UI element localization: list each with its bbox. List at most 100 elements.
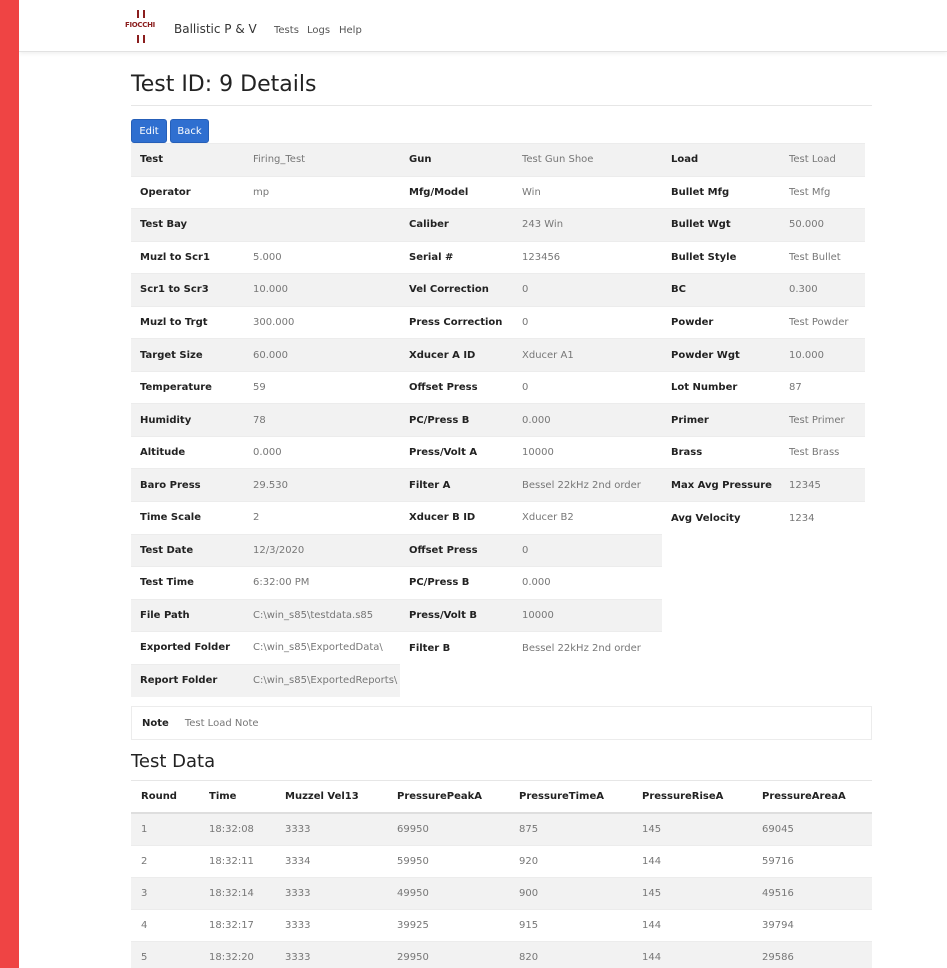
- detail-value: 78: [244, 403, 400, 437]
- table-cell: 39794: [752, 908, 872, 941]
- detail-label: Press/Volt A: [400, 435, 513, 469]
- detail-value: Test Powder: [780, 305, 865, 339]
- detail-label: Caliber: [400, 208, 513, 242]
- nav-help[interactable]: Help: [339, 25, 362, 36]
- empty-cell: [662, 534, 780, 567]
- detail-value: 59: [244, 370, 400, 404]
- column-header[interactable]: PressureRiseA: [632, 781, 752, 814]
- detail-label: Test Time: [131, 566, 244, 600]
- detail-value: [244, 208, 400, 242]
- details-row: File Path C:\win_s85\testdata.s85 Press/Vo…: [131, 598, 865, 632]
- brand-name[interactable]: Ballistic P & V: [174, 22, 257, 36]
- detail-value: 243 Win: [513, 208, 662, 242]
- nav-tests[interactable]: Tests: [274, 25, 299, 36]
- detail-value: 10000: [513, 435, 662, 469]
- detail-label: File Path: [131, 598, 244, 632]
- fiocchi-logo[interactable]: FIOCCHI: [125, 10, 155, 46]
- detail-label: Lot Number: [662, 370, 780, 404]
- details-row: Temperature 59 Offset Press 0 Lot Number 87: [131, 370, 865, 404]
- details-row: Target Size 60.000 Xducer A ID Xducer A1 Pow…: [131, 338, 865, 372]
- detail-value: 0: [513, 533, 662, 567]
- detail-label: Avg Velocity: [662, 501, 780, 535]
- detail-value: C:\win_s85\ExportedReports\: [244, 663, 400, 697]
- detail-label: Report Folder: [131, 663, 244, 697]
- empty-cell: [780, 534, 865, 567]
- detail-label: Exported Folder: [131, 631, 244, 665]
- table-cell: 3333: [275, 812, 387, 845]
- column-header[interactable]: Time: [199, 781, 275, 814]
- table-cell: 144: [632, 940, 752, 968]
- table-cell: 18:32:20: [199, 940, 275, 968]
- navbar: FIOCCHI Ballistic P & V Tests Logs Help: [19, 0, 947, 52]
- detail-value: 10.000: [780, 338, 865, 372]
- detail-label: Scr1 to Scr3: [131, 273, 244, 307]
- table-cell: 29586: [752, 940, 872, 968]
- detail-value: Test Gun Shoe: [513, 143, 662, 177]
- detail-label: Xducer A ID: [400, 338, 513, 372]
- detail-value: 0.300: [780, 273, 865, 307]
- back-button[interactable]: Back: [170, 119, 209, 143]
- detail-label: Press Correction: [400, 305, 513, 339]
- table-cell: 18:32:08: [199, 812, 275, 845]
- table-row[interactable]: 4 18:32:17 3333 39925 915 144 39794: [131, 908, 872, 941]
- empty-cell: [780, 566, 865, 600]
- detail-label: Temperature: [131, 370, 244, 404]
- detail-value: 10000: [513, 598, 662, 632]
- detail-label: Filter B: [400, 631, 513, 665]
- detail-label: Serial #: [400, 240, 513, 274]
- table-row[interactable]: 5 18:32:20 3333 29950 820 144 29586: [131, 940, 872, 968]
- table-cell: 3334: [275, 844, 387, 877]
- table-cell: 145: [632, 876, 752, 909]
- table-row[interactable]: 1 18:32:08 3333 69950 875 145 69045: [131, 812, 872, 845]
- column-header[interactable]: PressurePeakA: [387, 781, 509, 814]
- table-cell: 69045: [752, 812, 872, 845]
- detail-value: Test Brass: [780, 435, 865, 469]
- table-cell: 3333: [275, 940, 387, 968]
- detail-value: 123456: [513, 240, 662, 274]
- detail-value: 2: [244, 501, 400, 535]
- table-cell: 900: [509, 876, 632, 909]
- detail-label: Test Bay: [131, 208, 244, 242]
- detail-label: PC/Press B: [400, 566, 513, 600]
- details-row: Operator mp Mfg/Model Win Bullet Mfg Test Mfg: [131, 175, 865, 209]
- details-row: Test Date 12/3/2020 Offset Press 0: [131, 533, 865, 567]
- column-header[interactable]: Muzzel Vel13: [275, 781, 387, 814]
- detail-value: 60.000: [244, 338, 400, 372]
- detail-label: Muzl to Scr1: [131, 240, 244, 274]
- empty-cell: [662, 664, 780, 697]
- test-data-title: Test Data: [131, 751, 216, 772]
- detail-label: Vel Correction: [400, 273, 513, 307]
- column-header[interactable]: PressureAreaA: [752, 781, 872, 814]
- detail-value: 0.000: [244, 435, 400, 469]
- detail-value: Bessel 22kHz 2nd order: [513, 468, 662, 502]
- table-row[interactable]: 2 18:32:11 3334 59950 920 144 59716: [131, 844, 872, 877]
- table-cell: 18:32:14: [199, 876, 275, 909]
- detail-label: Filter A: [400, 468, 513, 502]
- details-row: Test Time 6:32:00 PM PC/Press B 0.000: [131, 566, 865, 600]
- note-box: Note Test Load Note: [131, 706, 872, 740]
- note-label: Note: [142, 717, 169, 729]
- edit-button[interactable]: Edit: [131, 119, 167, 143]
- details-table: Test Firing_Test Gun Test Gun Shoe Load Test …: [131, 143, 865, 697]
- detail-label: Test Date: [131, 533, 244, 567]
- detail-value: Bessel 22kHz 2nd order: [513, 631, 662, 665]
- table-cell: 144: [632, 844, 752, 877]
- table-cell: 144: [632, 908, 752, 941]
- column-header[interactable]: Round: [131, 781, 199, 814]
- detail-label: Muzl to Trgt: [131, 305, 244, 339]
- note-value: Test Load Note: [184, 717, 259, 729]
- detail-value: 0: [513, 273, 662, 307]
- empty-cell: [400, 664, 513, 697]
- detail-value: 5.000: [244, 240, 400, 274]
- nav-logs[interactable]: Logs: [307, 25, 330, 36]
- detail-label: Time Scale: [131, 501, 244, 535]
- detail-value: 87: [780, 370, 865, 404]
- detail-label: Bullet Style: [662, 240, 780, 274]
- detail-value: Test Bullet: [780, 240, 865, 274]
- detail-label: Offset Press: [400, 533, 513, 567]
- table-cell: 145: [632, 812, 752, 845]
- column-header[interactable]: PressureTimeA: [509, 781, 632, 814]
- details-row: Exported Folder C:\win_s85\ExportedData\ F…: [131, 631, 865, 665]
- table-row[interactable]: 3 18:32:14 3333 49950 900 145 49516: [131, 876, 872, 909]
- empty-cell: [780, 664, 865, 697]
